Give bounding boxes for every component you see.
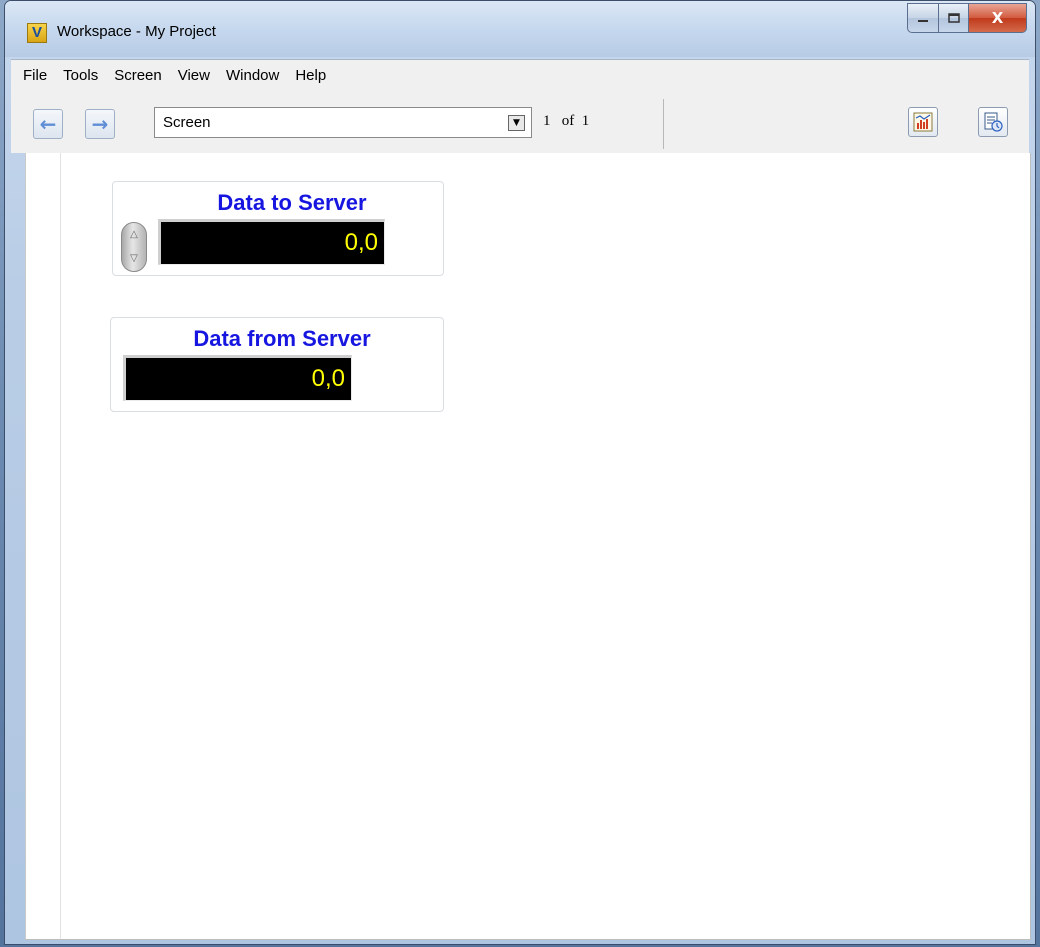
screen-canvas: Data to Server △ ▽ 0,0 Data from Server … (25, 153, 1031, 940)
page-total: 1 (581, 113, 590, 129)
window-controls: X (907, 3, 1027, 33)
menu-bar: File Tools Screen View Window Help (11, 59, 1029, 91)
arrow-left-icon: ← (39, 112, 57, 136)
menu-view[interactable]: View (170, 62, 218, 90)
arrow-right-icon: → (91, 112, 109, 136)
data-from-server-label: Data from Server (193, 326, 371, 351)
data-to-server-label: Data to Server (217, 190, 367, 215)
application-window: V Workspace - My Project X File Tools Sc… (4, 0, 1036, 945)
data-from-server-panel: Data from Server 0,0 (110, 317, 444, 412)
properties-button[interactable] (978, 107, 1008, 137)
page-current: 1 (543, 113, 551, 129)
data-from-server-indicator: 0,0 (123, 355, 352, 401)
back-button[interactable]: ← (33, 109, 63, 139)
page-indicator: 1 of 1 (543, 113, 589, 130)
menu-help[interactable]: Help (287, 62, 334, 90)
toolbar: ← → Screen ▼ 1 of 1 (11, 91, 1029, 153)
page-of: of (561, 113, 575, 129)
screen-select-value: Screen (163, 114, 211, 131)
menu-tools[interactable]: Tools (55, 62, 106, 90)
close-button[interactable]: X (969, 3, 1027, 33)
chart-button[interactable] (908, 107, 938, 137)
minimize-icon (918, 20, 928, 22)
title-bar[interactable]: V Workspace - My Project X (5, 1, 1035, 57)
maximize-button[interactable] (939, 3, 969, 33)
app-logo-icon: V (27, 23, 47, 43)
chevron-down-icon[interactable]: ▼ (508, 115, 525, 131)
properties-icon (984, 112, 1003, 132)
value-stepper[interactable]: △ ▽ (121, 222, 147, 272)
data-to-server-panel: Data to Server △ ▽ 0,0 (112, 181, 444, 276)
window-title: Workspace - My Project (57, 23, 216, 40)
menu-screen[interactable]: Screen (106, 62, 170, 90)
screen-select[interactable]: Screen ▼ (154, 107, 532, 138)
data-to-server-field[interactable]: 0,0 (158, 219, 385, 265)
maximize-icon (947, 13, 960, 23)
chart-icon (913, 112, 933, 132)
menu-window[interactable]: Window (218, 62, 287, 90)
minimize-button[interactable] (907, 3, 939, 33)
forward-button[interactable]: → (85, 109, 115, 139)
stepper-down-icon[interactable]: ▽ (122, 247, 146, 271)
stepper-up-icon[interactable]: △ (122, 223, 146, 247)
canvas-margin-line (60, 153, 61, 939)
close-icon: X (991, 9, 1004, 27)
toolbar-divider (663, 99, 664, 149)
menu-file[interactable]: File (15, 62, 55, 90)
